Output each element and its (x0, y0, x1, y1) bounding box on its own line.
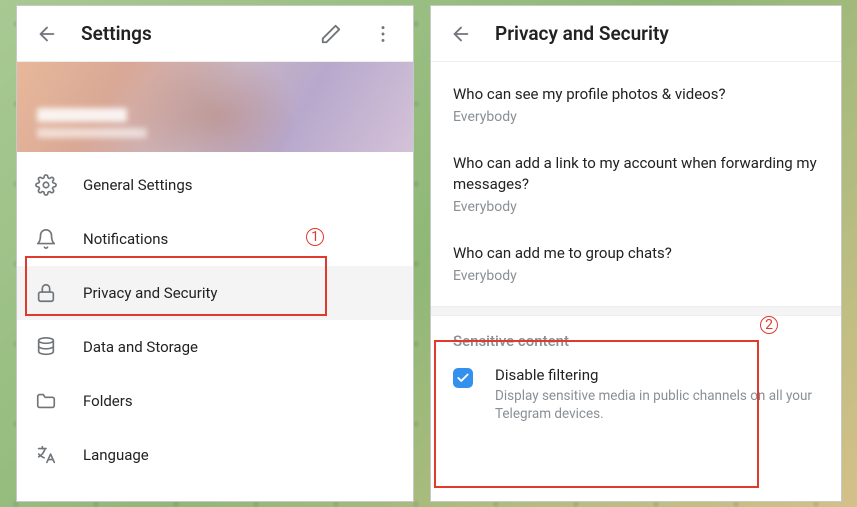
language-icon (35, 444, 57, 466)
disable-filtering-title: Disable filtering (495, 366, 819, 384)
privacy-item-group-chats[interactable]: Who can add me to group chats? Everybody (431, 229, 841, 298)
sensitive-section-title: Sensitive content (431, 316, 841, 356)
profile-name-blurred (37, 108, 147, 138)
check-icon (456, 371, 470, 385)
privacy-question: Who can add me to group chats? (453, 243, 819, 263)
gear-icon (35, 174, 57, 196)
sidebar-item-label: Folders (83, 392, 133, 410)
back-button[interactable] (29, 16, 65, 52)
section-divider (431, 306, 841, 316)
disable-filtering-row[interactable]: Disable filtering Display sensitive medi… (431, 356, 841, 441)
privacy-value: Everybody (453, 268, 819, 284)
sidebar-item-language[interactable]: Language (17, 428, 413, 482)
sidebar-item-label: Notifications (83, 230, 168, 248)
disable-filtering-subtitle: Display sensitive media in public channe… (495, 387, 819, 423)
sidebar-item-label: Data and Storage (83, 338, 198, 356)
sidebar-item-general[interactable]: General Settings (17, 158, 413, 212)
sidebar-item-notifications[interactable]: Notifications (17, 212, 413, 266)
sidebar-item-label: General Settings (83, 176, 193, 194)
more-vertical-icon (372, 23, 394, 45)
sidebar-item-label: Privacy and Security (83, 284, 218, 302)
profile-banner[interactable] (17, 62, 413, 152)
settings-title: Settings (81, 22, 297, 45)
privacy-question: Who can see my profile photos & videos? (453, 84, 819, 104)
bell-icon (35, 228, 57, 250)
privacy-item-forward-link[interactable]: Who can add a link to my account when fo… (431, 139, 841, 229)
settings-menu: General Settings Notifications Privacy a… (17, 152, 413, 482)
folder-icon (35, 390, 57, 412)
privacy-panel: Privacy and Security Who can see my prof… (430, 5, 842, 502)
privacy-value: Everybody (453, 199, 819, 215)
more-button[interactable] (365, 16, 401, 52)
arrow-left-icon (450, 23, 472, 45)
privacy-question: Who can add a link to my account when fo… (453, 153, 819, 194)
sidebar-item-folders[interactable]: Folders (17, 374, 413, 428)
privacy-title: Privacy and Security (495, 22, 829, 45)
back-button[interactable] (443, 16, 479, 52)
lock-icon (35, 282, 57, 304)
pencil-icon (320, 23, 342, 45)
database-icon (35, 336, 57, 358)
edit-button[interactable] (313, 16, 349, 52)
privacy-header: Privacy and Security (431, 6, 841, 62)
sidebar-item-privacy[interactable]: Privacy and Security (17, 266, 413, 320)
disable-filtering-text: Disable filtering Display sensitive medi… (495, 366, 819, 423)
privacy-item-profile-photos[interactable]: Who can see my profile photos & videos? … (431, 70, 841, 139)
privacy-list: Who can see my profile photos & videos? … (431, 62, 841, 306)
disable-filtering-checkbox[interactable] (453, 368, 473, 388)
sidebar-item-label: Language (83, 446, 149, 464)
privacy-value: Everybody (453, 109, 819, 125)
settings-header: Settings (17, 6, 413, 62)
settings-panel: Settings General Settings Notifications (16, 5, 414, 502)
arrow-left-icon (36, 23, 58, 45)
sidebar-item-data[interactable]: Data and Storage (17, 320, 413, 374)
